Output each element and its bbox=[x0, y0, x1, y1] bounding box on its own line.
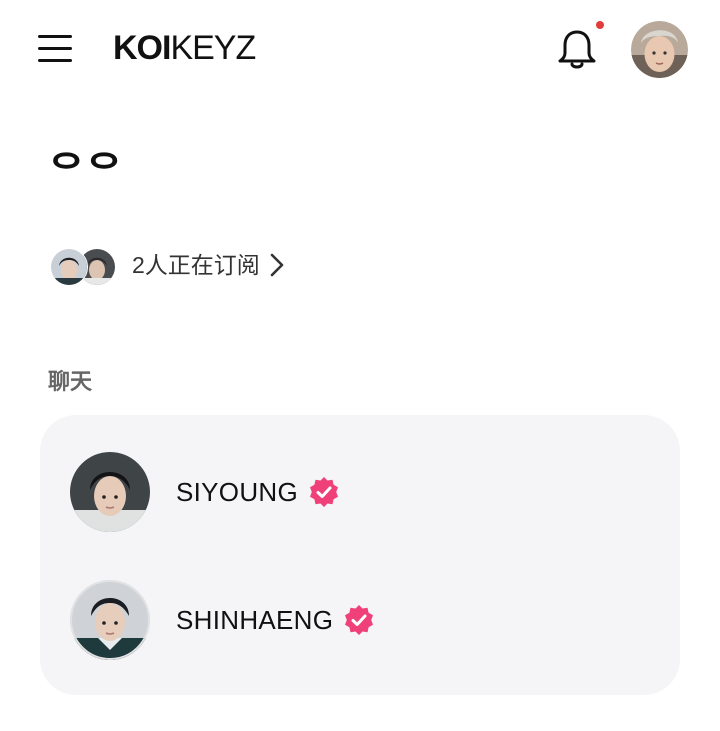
subscriber-avatars bbox=[48, 245, 118, 286]
menu-button[interactable] bbox=[36, 32, 76, 66]
menu-line bbox=[38, 59, 72, 62]
app-header: KOI KEYZ bbox=[0, 0, 720, 100]
menu-line bbox=[38, 47, 72, 50]
verified-badge-icon bbox=[310, 477, 339, 507]
chat-section-label: 聊天 bbox=[48, 369, 93, 394]
chat-item-shinhaeng[interactable]: SHINHAENG bbox=[70, 578, 650, 662]
verified-badge-icon bbox=[345, 605, 374, 635]
user-avatar[interactable] bbox=[631, 21, 688, 78]
chat-list-card: SIYOUNG SHINHAENG bbox=[40, 415, 680, 695]
bell-icon[interactable] bbox=[554, 26, 600, 72]
subscriber-avatar bbox=[50, 248, 88, 286]
menu-line bbox=[38, 35, 72, 38]
page-title: ᄋᄋ bbox=[48, 148, 124, 194]
chat-name: SHINHAENG bbox=[176, 604, 334, 635]
chat-avatar bbox=[70, 452, 150, 532]
logo-bold-text: KOI bbox=[113, 29, 171, 67]
app-logo[interactable]: KOI KEYZ bbox=[113, 28, 256, 68]
subscribers-link[interactable]: 2人正在订阅 bbox=[48, 243, 286, 287]
chevron-right-icon bbox=[270, 253, 284, 277]
subscribers-count-text: 2人正在订阅 bbox=[132, 252, 260, 278]
logo-light-text: KEYZ bbox=[170, 29, 256, 67]
chat-name: SIYOUNG bbox=[176, 476, 299, 507]
notification-dot bbox=[596, 21, 604, 29]
chat-avatar bbox=[70, 580, 150, 660]
chat-item-siyoung[interactable]: SIYOUNG bbox=[70, 450, 650, 534]
